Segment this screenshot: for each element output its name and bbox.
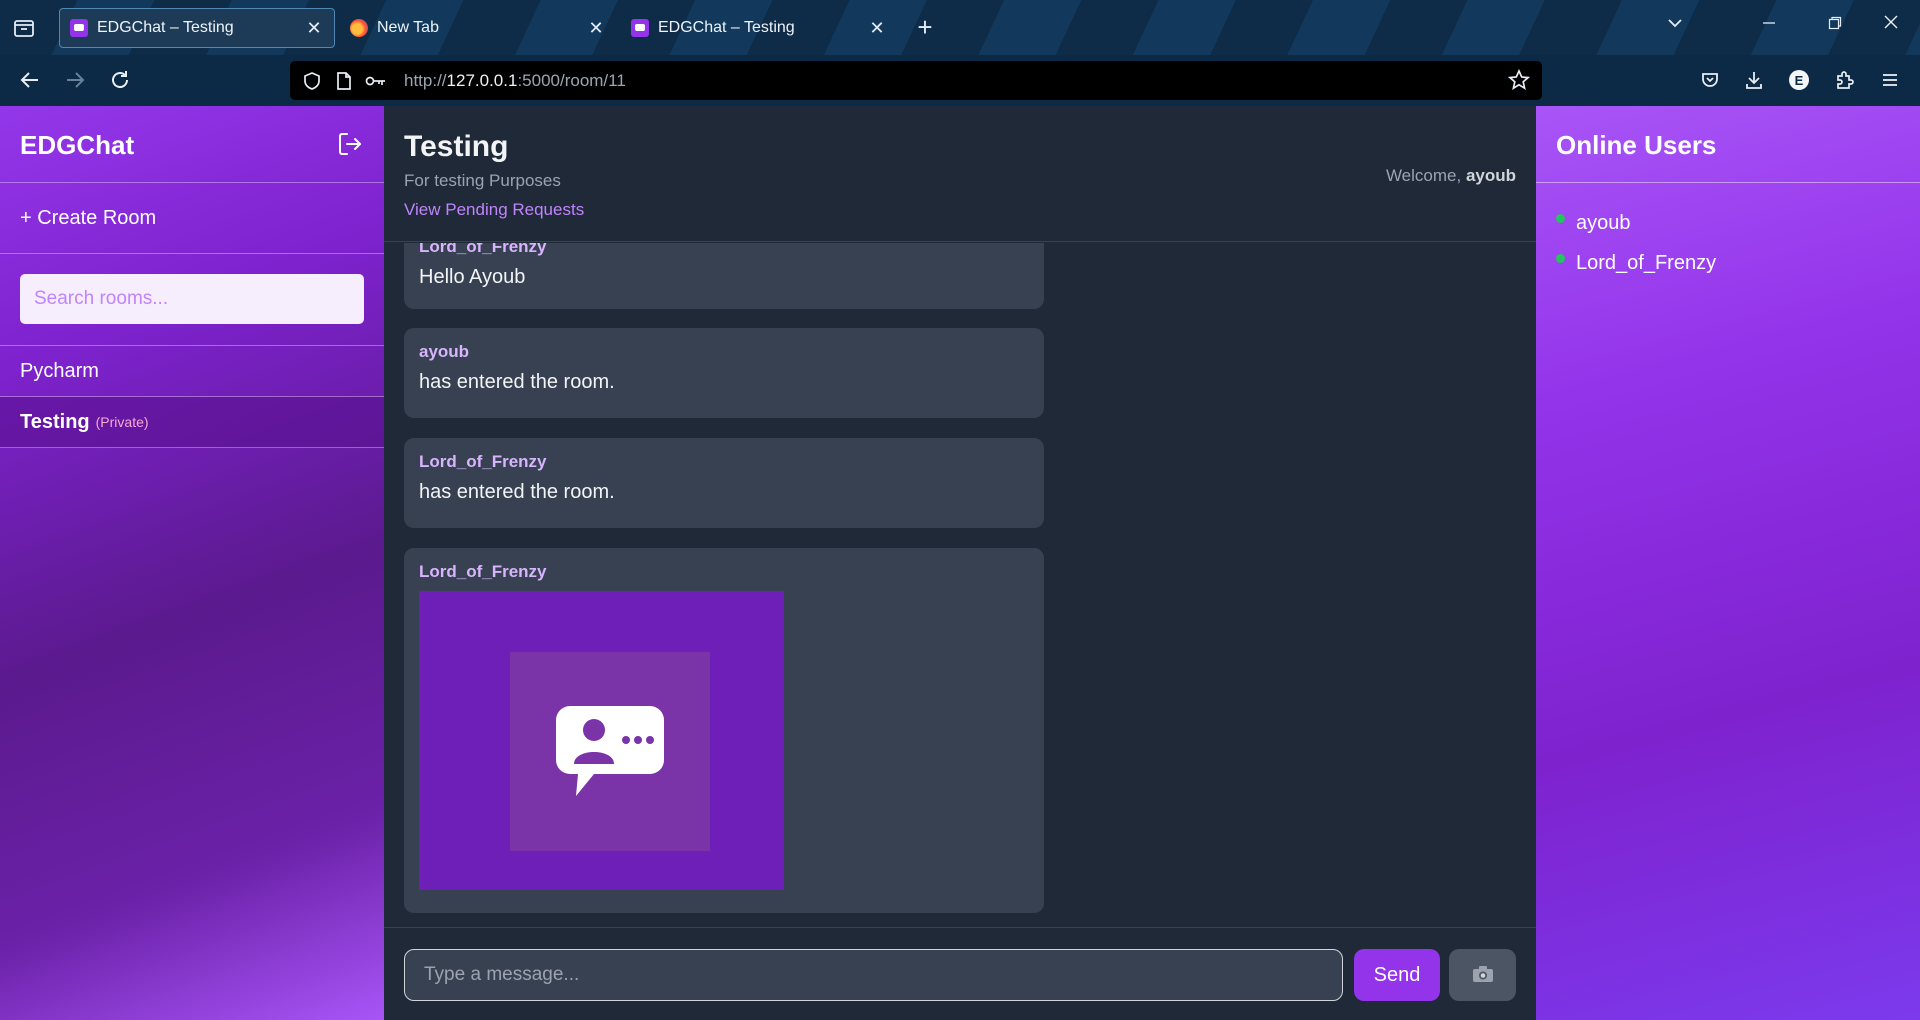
image-upload-button[interactable]	[1449, 949, 1516, 1001]
close-tab-icon[interactable]: ✕	[867, 18, 887, 39]
search-rooms-input[interactable]	[20, 274, 364, 324]
online-users-panel: Online Users ayoub Lord_of_Frenzy	[1536, 106, 1920, 1020]
app-brand: EDGChat	[20, 130, 135, 160]
logout-icon[interactable]	[336, 130, 364, 158]
room-title: Testing	[404, 130, 509, 163]
new-tab-button[interactable]: +	[912, 14, 938, 40]
restore-icon[interactable]	[1822, 14, 1848, 35]
message-bubble: Lord_of_Frenzy Hello Ayoub	[404, 243, 1044, 309]
message-input[interactable]	[404, 949, 1343, 1001]
edgchat-icon	[631, 19, 649, 37]
online-username: ayoub	[1576, 211, 1631, 234]
key-icon[interactable]	[362, 67, 390, 95]
browser-tab-1[interactable]: EDGChat – Testing ✕	[59, 8, 335, 48]
send-button[interactable]: Send	[1354, 949, 1440, 1001]
room-search	[0, 254, 384, 346]
room-name: Testing	[20, 410, 90, 433]
message-composer: Send	[384, 927, 1536, 1020]
tab-title: New Tab	[377, 19, 439, 36]
downloads-icon[interactable]	[1740, 66, 1768, 94]
view-pending-requests-link[interactable]: View Pending Requests	[404, 200, 584, 220]
create-room-button[interactable]: + Create Room	[0, 183, 384, 254]
chat-main: Testing For testing Purposes View Pendin…	[384, 106, 1536, 1020]
message-text: Hello Ayoub	[419, 266, 526, 288]
message-author: ayoub	[419, 342, 470, 361]
current-username: ayoub	[1465, 166, 1516, 185]
firefox-icon	[350, 19, 368, 37]
minimize-icon[interactable]	[1756, 14, 1782, 35]
back-arrow-icon[interactable]	[15, 65, 45, 95]
online-user-item: ayoub	[1536, 203, 1920, 243]
room-item-testing[interactable]: Testing (Private)	[0, 397, 384, 448]
message-author: Lord_of_Frenzy	[419, 243, 547, 256]
room-item-pycharm[interactable]: Pycharm	[0, 346, 384, 397]
browser-tab-2[interactable]: New Tab ✕	[340, 8, 616, 48]
online-status-dot	[1556, 213, 1565, 223]
shield-icon[interactable]	[298, 67, 326, 95]
camera-icon	[1472, 965, 1494, 986]
message-author: Lord_of_Frenzy	[419, 562, 547, 581]
online-user-item: Lord_of_Frenzy	[1536, 243, 1920, 283]
online-users-title: Online Users	[1536, 106, 1920, 183]
online-status-dot	[1556, 253, 1565, 263]
list-all-tabs-icon[interactable]	[1662, 14, 1688, 37]
welcome-text: Welcome, ayoub	[1385, 166, 1516, 185]
page-info-icon[interactable]	[330, 67, 358, 95]
tab-title: EDGChat – Testing	[658, 19, 795, 36]
browser-tab-strip: EDGChat – Testing ✕ New Tab ✕ EDGChat – …	[0, 0, 1920, 55]
browser-toolbar: http://127.0.0.1:5000/room/11 E	[0, 55, 1920, 106]
message-bubble: Lord_of_Frenzy has entered the room.	[404, 438, 1044, 528]
url-text: http://127.0.0.1:5000/room/11	[404, 70, 626, 90]
account-icon[interactable]: E	[1785, 66, 1813, 94]
sidebar-header: EDGChat	[0, 106, 384, 183]
pocket-icon[interactable]	[1696, 66, 1724, 94]
room-description: For testing Purposes	[404, 171, 561, 190]
online-username: Lord_of_Frenzy	[1576, 251, 1717, 274]
tab-title: EDGChat – Testing	[97, 19, 234, 36]
app-menu-icon[interactable]	[1876, 66, 1904, 94]
message-image[interactable]	[419, 591, 784, 890]
extensions-icon[interactable]	[1830, 66, 1858, 94]
chat-user-icon	[510, 652, 710, 851]
close-tab-icon[interactable]: ✕	[304, 18, 324, 39]
bookmark-star-icon[interactable]	[1506, 67, 1532, 93]
private-badge: (Private)	[95, 414, 149, 430]
message-text: has entered the room.	[419, 481, 615, 503]
chat-header: Testing For testing Purposes View Pendin…	[384, 106, 1536, 242]
message-bubble: Lord_of_Frenzy	[404, 548, 1044, 913]
edgchat-icon	[70, 19, 88, 37]
reload-icon[interactable]	[105, 65, 135, 95]
message-list[interactable]: Lord_of_Frenzy Hello Ayoub ayoub has ent…	[384, 243, 1536, 927]
rooms-sidebar: EDGChat + Create Room Pycharm Testing (P…	[0, 106, 384, 1020]
room-name: Pycharm	[20, 359, 99, 382]
close-window-icon[interactable]	[1878, 14, 1904, 35]
browser-tab-3[interactable]: EDGChat – Testing ✕	[621, 8, 897, 48]
forward-arrow-icon[interactable]	[60, 65, 90, 95]
close-tab-icon[interactable]: ✕	[586, 18, 606, 39]
message-author: Lord_of_Frenzy	[419, 452, 547, 471]
message-text: has entered the room.	[419, 371, 615, 393]
message-bubble: ayoub has entered the room.	[404, 328, 1044, 418]
online-users-list: ayoub Lord_of_Frenzy	[1536, 183, 1920, 283]
tab-list-icon[interactable]	[12, 16, 36, 40]
address-bar[interactable]: http://127.0.0.1:5000/room/11	[290, 61, 1542, 100]
